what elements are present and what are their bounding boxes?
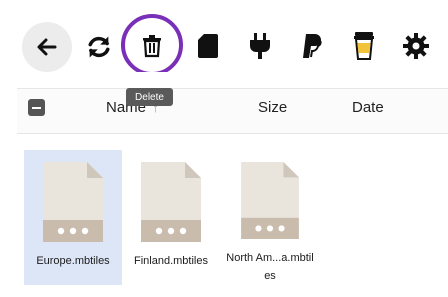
delete-button[interactable] xyxy=(136,30,168,62)
file-item-finland[interactable]: Finland.mbtiles xyxy=(122,150,220,285)
sd-card-button[interactable] xyxy=(193,30,223,62)
file-icon xyxy=(43,162,103,242)
column-header-size[interactable]: Size xyxy=(258,99,287,116)
delete-tooltip: Delete xyxy=(126,88,173,106)
file-item-north-america[interactable]: North Am...a.mbtiles xyxy=(221,150,319,285)
refresh-icon xyxy=(88,36,110,58)
file-name: North Am...a.mbtiles xyxy=(226,252,314,282)
paypal-button[interactable] xyxy=(297,30,327,62)
coffee-cup-icon xyxy=(354,32,374,60)
paypal-icon xyxy=(303,34,322,58)
file-icon xyxy=(141,162,201,242)
settings-button[interactable] xyxy=(400,30,432,62)
arrow-left-icon xyxy=(37,38,57,56)
back-button[interactable] xyxy=(22,22,72,72)
plugin-button[interactable] xyxy=(244,30,276,62)
file-name: Europe.mbtiles xyxy=(36,255,110,267)
trash-icon xyxy=(143,35,161,58)
file-name: Finland.mbtiles xyxy=(134,255,208,267)
gear-icon xyxy=(403,33,429,59)
sd-card-icon xyxy=(198,34,218,58)
coffee-button[interactable] xyxy=(350,28,378,64)
file-icon xyxy=(241,162,299,239)
select-all-checkbox[interactable] xyxy=(28,99,45,116)
plug-icon xyxy=(250,33,270,59)
refresh-button[interactable] xyxy=(82,30,116,64)
column-header-date[interactable]: Date xyxy=(352,99,384,116)
file-item-europe[interactable]: Europe.mbtiles xyxy=(24,150,122,285)
minus-icon xyxy=(32,106,41,109)
